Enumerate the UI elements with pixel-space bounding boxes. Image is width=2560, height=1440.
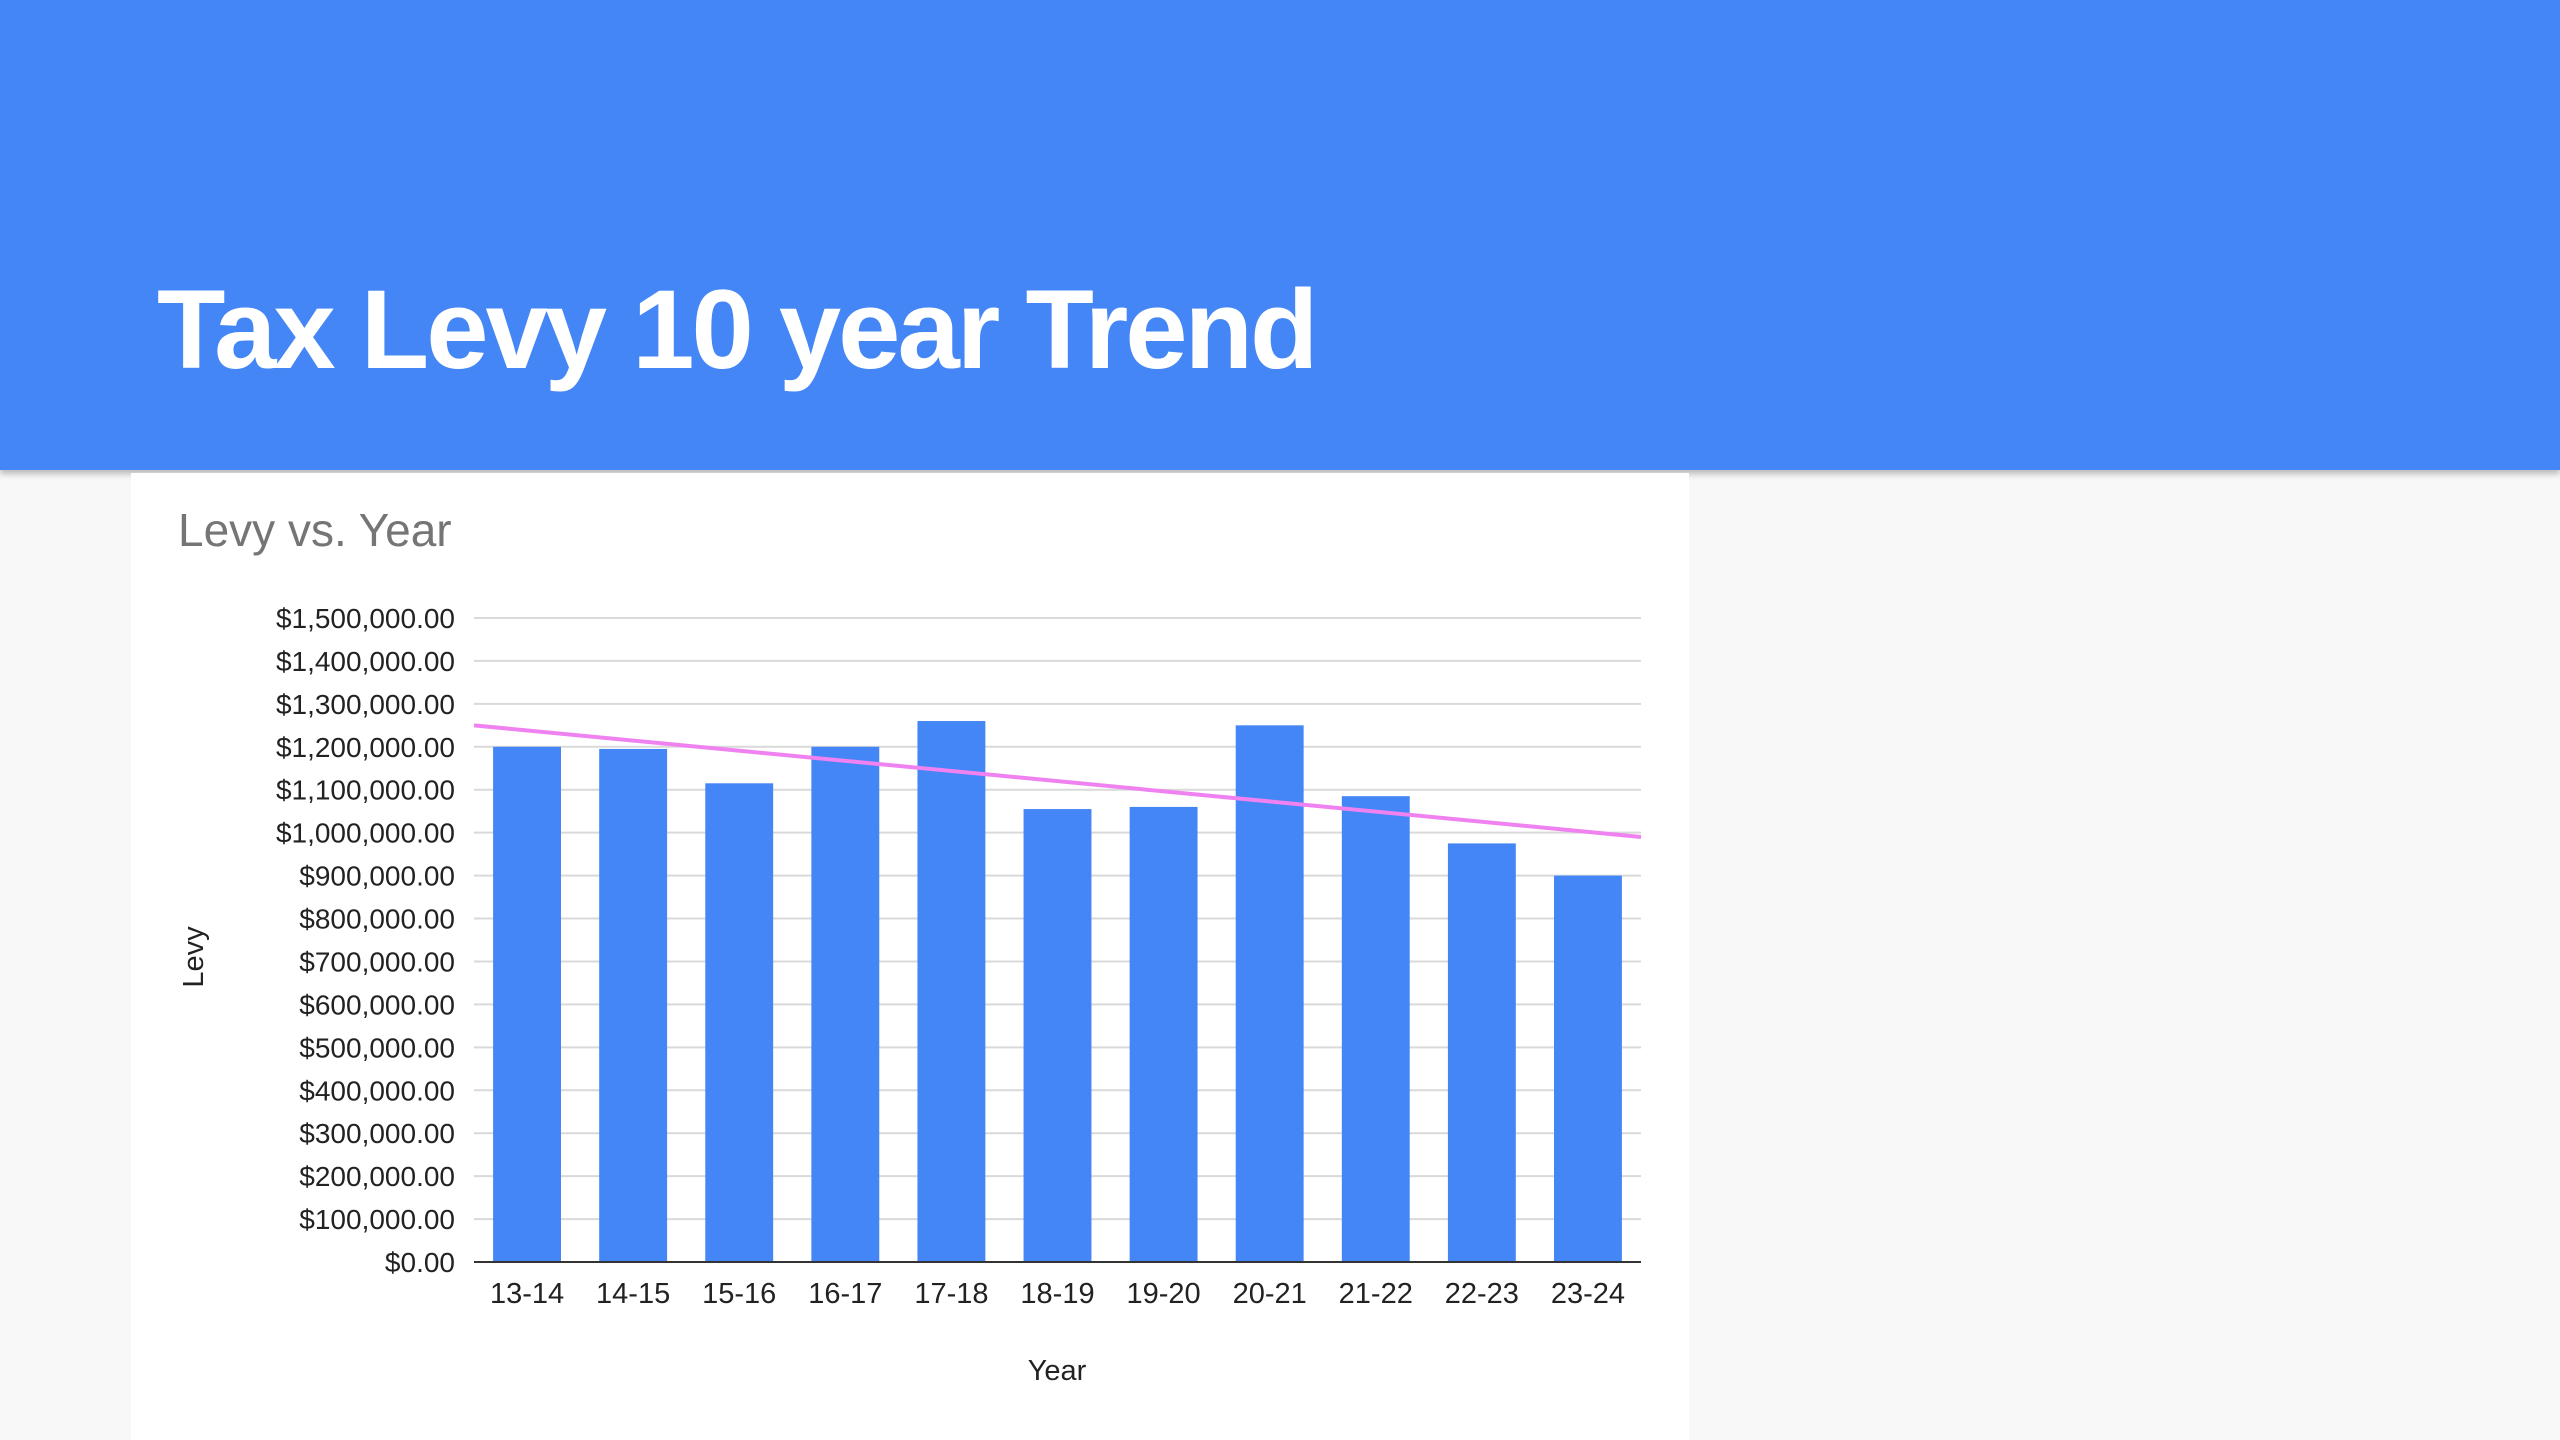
y-tick-label: $1,100,000.00 — [276, 775, 455, 806]
y-tick-label: $600,000.00 — [299, 989, 455, 1020]
y-axis-title: Levy — [178, 926, 210, 988]
chart-title: Levy vs. Year — [178, 504, 452, 556]
y-tick-label: $1,000,000.00 — [276, 818, 455, 849]
x-tick-label: 16-17 — [808, 1278, 882, 1310]
bar-22-23 — [1447, 843, 1516, 1262]
bar-14-15 — [599, 748, 668, 1262]
levy-bar-chart: Levy vs. Year $0.00 $100,000.00 $200,000.0… — [178, 504, 1642, 1387]
bar-17-18 — [917, 721, 986, 1262]
bar-19-20 — [1129, 806, 1198, 1262]
bar-21-22 — [1341, 796, 1410, 1262]
bar-16-17 — [811, 746, 880, 1262]
bar-20-21 — [1235, 725, 1304, 1262]
y-tick-label: $100,000.00 — [299, 1204, 455, 1235]
bar-15-16 — [705, 783, 774, 1262]
y-axis-ticks: $0.00 $100,000.00 $200,000.00 $300,000.00 $4… — [276, 603, 455, 1278]
slide-title: Tax Levy 10 year Trend — [157, 267, 1318, 392]
chart-card: Levy vs. Year $0.00 $100,000.00 $200,000.0… — [131, 473, 1689, 1440]
x-tick-label: 13-14 — [490, 1278, 564, 1310]
y-tick-label: $700,000.00 — [299, 946, 455, 977]
bar-13-14 — [493, 746, 561, 1262]
y-tick-label: $900,000.00 — [299, 861, 455, 892]
x-tick-label: 14-15 — [596, 1278, 670, 1310]
x-tick-label: 18-19 — [1020, 1278, 1094, 1310]
y-tick-label: $1,200,000.00 — [276, 732, 455, 763]
y-tick-label: $1,500,000.00 — [276, 603, 455, 634]
x-tick-label: 23-24 — [1551, 1278, 1625, 1310]
y-tick-label: $1,300,000.00 — [276, 689, 455, 720]
bar-18-19 — [1023, 809, 1092, 1262]
y-tick-label: $300,000.00 — [299, 1118, 455, 1149]
y-tick-label: $200,000.00 — [299, 1161, 455, 1192]
x-tick-label: 22-23 — [1445, 1278, 1519, 1310]
bar-23-24 — [1554, 875, 1622, 1262]
x-axis-ticks: 13-14 14-15 15-16 16-17 17-18 18-19 19-20 20-21… — [490, 1278, 1625, 1310]
x-axis-title: Year — [1028, 1355, 1087, 1387]
y-tick-label: $1,400,000.00 — [276, 646, 455, 677]
y-tick-label: $0.00 — [385, 1247, 455, 1278]
y-tick-label: $800,000.00 — [299, 904, 455, 935]
title-band: Tax Levy 10 year Trend — [0, 0, 2560, 470]
x-tick-label: 15-16 — [702, 1278, 776, 1310]
y-tick-label: $500,000.00 — [299, 1032, 455, 1063]
x-tick-label: 20-21 — [1233, 1278, 1307, 1310]
chart-bars — [493, 721, 1622, 1262]
x-tick-label: 17-18 — [914, 1278, 988, 1310]
y-tick-label: $400,000.00 — [299, 1075, 455, 1106]
x-tick-label: 21-22 — [1339, 1278, 1413, 1310]
x-tick-label: 19-20 — [1127, 1278, 1201, 1310]
